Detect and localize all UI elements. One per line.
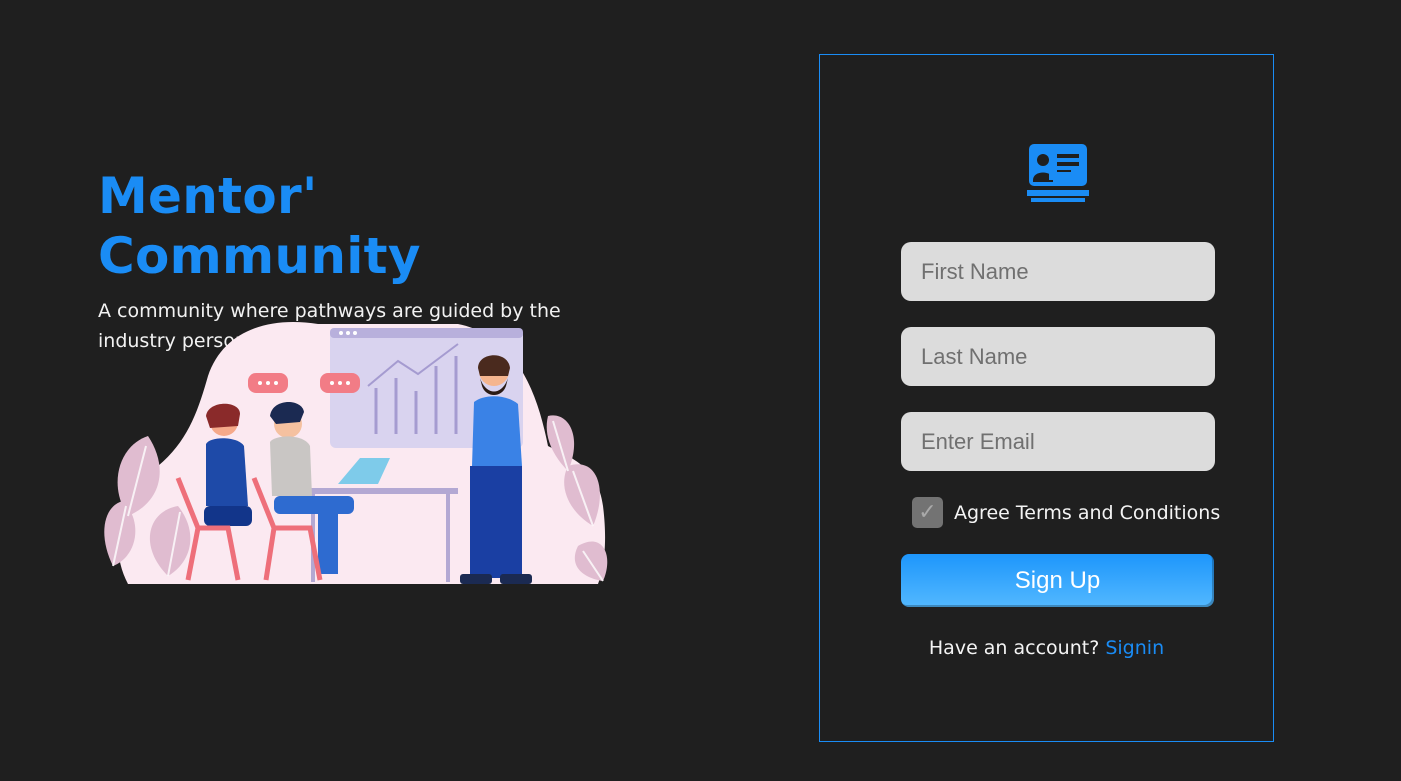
sign-up-button[interactable]: Sign Up [901, 554, 1214, 607]
last-name-input[interactable] [901, 327, 1215, 386]
mentor-presentation-icon [1027, 144, 1089, 202]
check-icon: ✓ [918, 500, 937, 525]
signin-link[interactable]: Signin [1105, 637, 1164, 659]
first-name-input[interactable] [901, 242, 1215, 301]
terms-label: Agree Terms and Conditions [954, 501, 1221, 524]
signup-card: ✓ Agree Terms and Conditions Sign Up Hav… [819, 54, 1274, 742]
terms-checkbox[interactable]: ✓ [912, 497, 943, 528]
account-prompt-row: Have an account? Signin [820, 637, 1273, 659]
account-prompt: Have an account? [928, 637, 1100, 659]
team-meeting-illustration [104, 321, 608, 584]
page-title: Mentor' Community [98, 167, 421, 285]
terms-row: ✓ Agree Terms and Conditions [912, 497, 1220, 528]
email-input[interactable] [901, 412, 1215, 471]
